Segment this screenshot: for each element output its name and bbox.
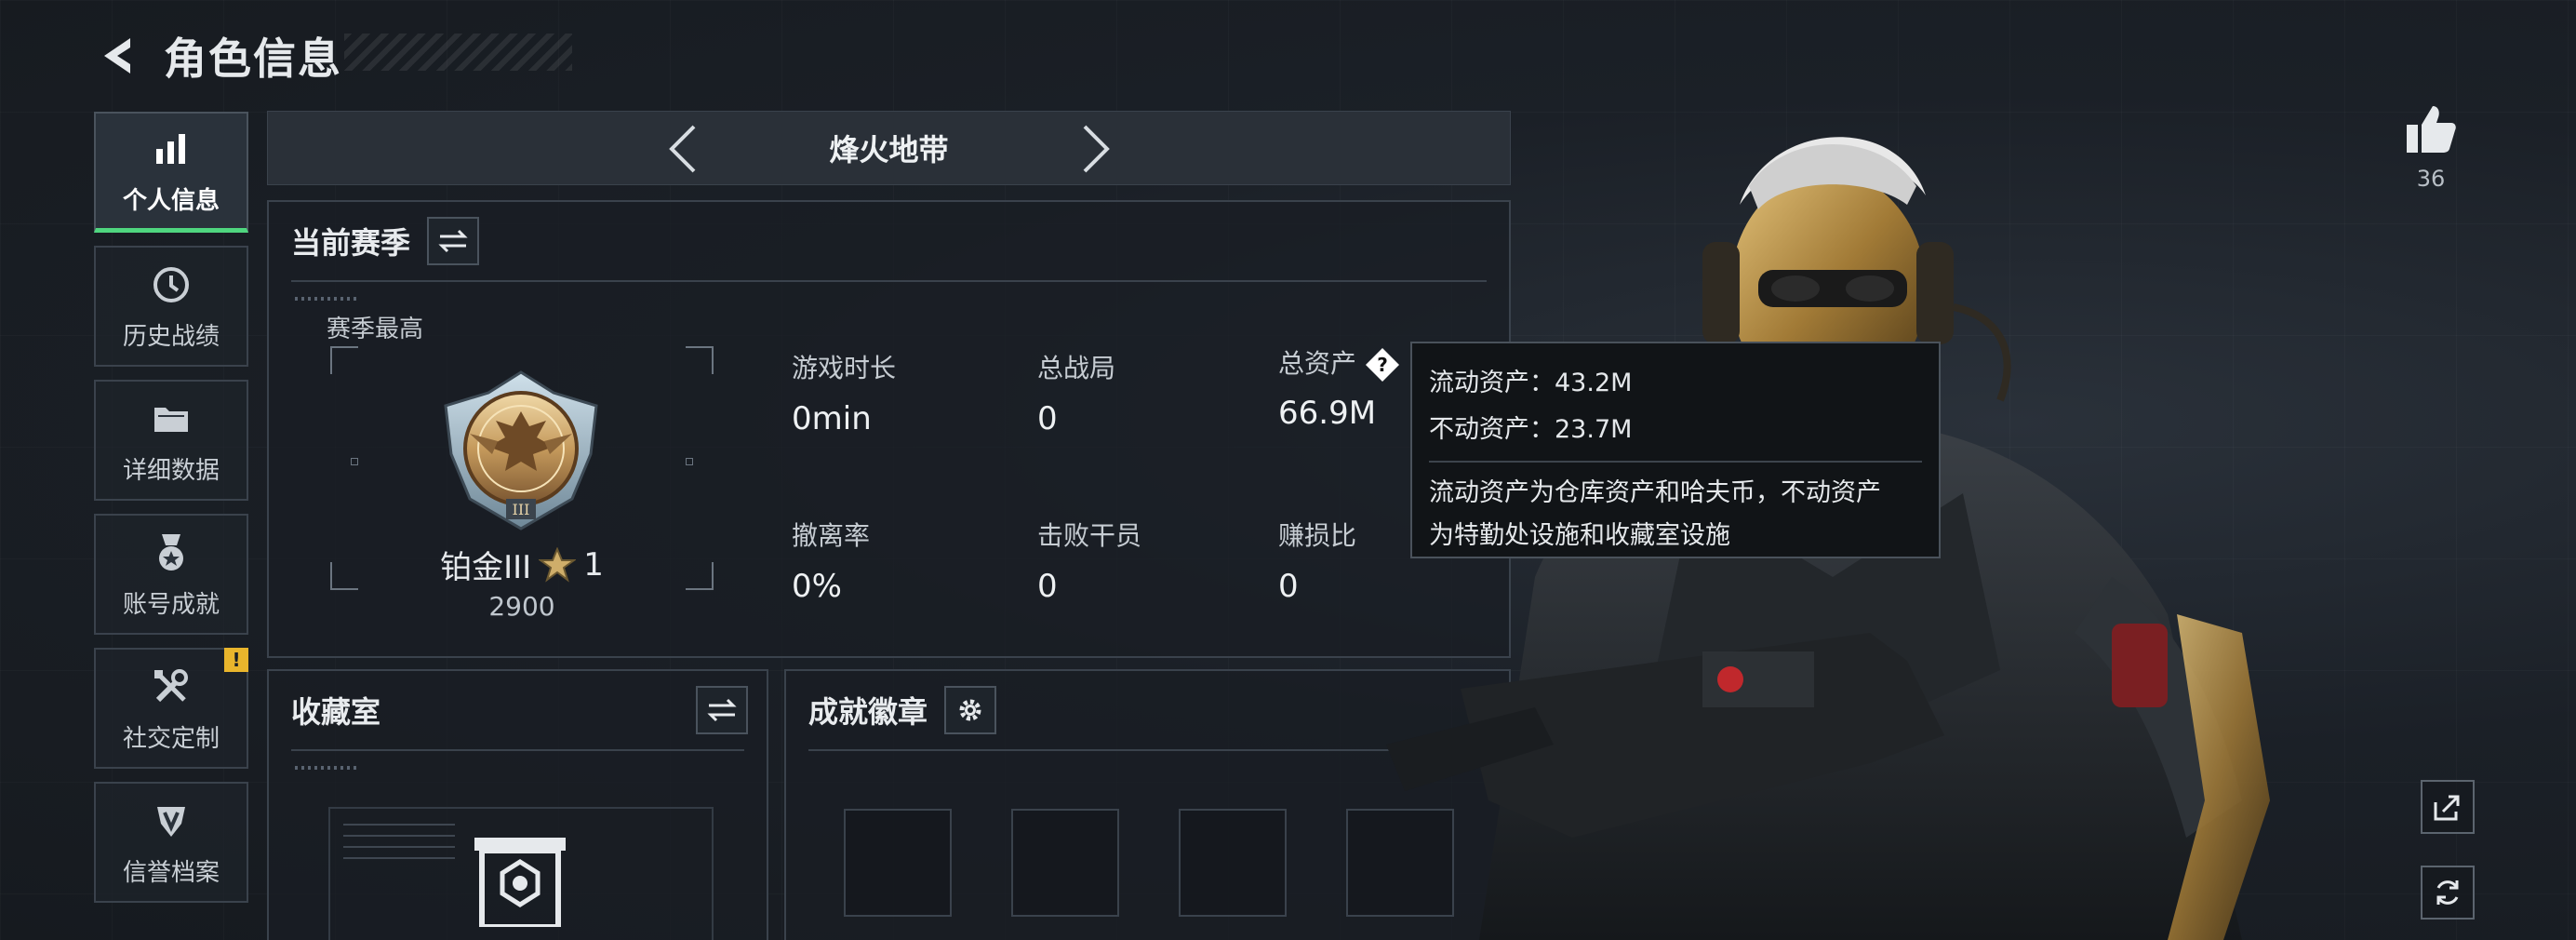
sidebar-item-social-custom[interactable]: ! 社交定制 — [94, 648, 248, 769]
current-season-panel: 当前赛季 赛季最高 III 铂金III 1 2900 游戏时长 0min 总战局… — [267, 200, 1511, 658]
collection-header: 收藏室 — [291, 686, 748, 734]
stat-value: 0 — [1278, 568, 1299, 605]
badge-slot[interactable] — [1011, 809, 1119, 917]
badge-slot[interactable] — [1179, 809, 1287, 917]
badge-settings-button[interactable] — [944, 686, 997, 734]
tools-icon — [151, 664, 192, 710]
stat-label: 击败干员 — [1037, 520, 1142, 551]
sidebar-item-achievements[interactable]: 账号成就 — [94, 514, 248, 635]
history-icon — [152, 262, 191, 308]
mode-switcher: 烽火地带 — [267, 111, 1511, 185]
stat-value: 0 — [1037, 400, 1058, 437]
stat-play-time: 游戏时长 0min — [792, 348, 896, 437]
season-header: 当前赛季 — [291, 217, 480, 265]
swap-button[interactable] — [696, 686, 748, 734]
badges-title: 成就徽章 — [808, 694, 928, 730]
stat-label: 总战局 — [1037, 353, 1116, 383]
collection-title: 收藏室 — [291, 694, 381, 730]
stat-profit-loss-ratio: 赚损比 0 — [1278, 516, 1356, 605]
stat-label: 游戏时长 — [792, 353, 897, 383]
stat-label-text: 总资产 — [1278, 348, 1357, 379]
swap-icon — [707, 698, 737, 722]
collection-panel: 收藏室 — [267, 669, 768, 940]
rank-points: 2900 — [488, 591, 555, 622]
back-arrow-icon[interactable] — [93, 31, 143, 81]
stat-operators-defeated: 击败干员 0 — [1037, 516, 1141, 605]
sidebar-item-label: 详细数据 — [122, 456, 220, 485]
season-best-label: 赛季最高 — [327, 316, 424, 343]
star-icon — [539, 546, 577, 583]
stat-value: 0 — [1037, 568, 1058, 605]
sidebar-item-credit-profile[interactable]: 信誉档案 — [94, 782, 248, 903]
vault-icon — [474, 838, 566, 927]
rank-name-text: 铂金III — [440, 549, 532, 586]
medal-icon — [153, 530, 190, 576]
sidebar-item-label: 账号成就 — [122, 590, 220, 619]
divider — [291, 280, 1487, 282]
assets-tooltip: 流动资产：43.2M 不动资产：23.7M 流动资产为仓库资产和哈夫币，不动资产… — [1410, 342, 1941, 558]
stat-label: 撤离率 — [792, 520, 871, 551]
thumbs-up-icon — [2407, 106, 2456, 153]
rank-stars: 1 — [583, 545, 604, 584]
bar-chart-icon — [153, 126, 190, 172]
decor-marks — [295, 766, 360, 770]
fixed-assets: 不动资产：23.7M — [1429, 415, 1633, 444]
sidebar-item-label: 社交定制 — [122, 724, 220, 753]
sidebar-item-label: 信誉档案 — [122, 858, 220, 887]
like-button[interactable]: 36 — [2396, 102, 2466, 192]
folder-icon — [151, 396, 192, 442]
sidebar-item-history[interactable]: 历史战绩 — [94, 246, 248, 367]
season-title: 当前赛季 — [291, 225, 411, 261]
shield-icon — [152, 798, 191, 844]
title-decoration — [344, 34, 572, 71]
badges-header: 成就徽章 — [808, 686, 997, 734]
refresh-button[interactable] — [2421, 866, 2475, 920]
mode-title: 烽火地带 — [829, 132, 949, 168]
rank-frame: III 铂金III 1 — [330, 346, 714, 590]
share-icon — [2434, 795, 2460, 821]
svg-text:III: III — [513, 501, 530, 518]
page-title: 角色信息 — [164, 34, 342, 84]
chevron-left-icon[interactable] — [657, 123, 709, 175]
divider — [291, 749, 744, 751]
like-count: 36 — [2416, 166, 2446, 192]
sidebar-item-personal-info[interactable]: 个人信息 — [94, 112, 248, 233]
sidebar: 个人信息 历史战绩 详细数据 账号成就 ! 社交定制 信誉档案 — [94, 112, 248, 916]
share-button[interactable] — [2421, 780, 2475, 834]
platinum-rank-badge-icon: III — [444, 370, 598, 530]
liquid-assets: 流动资产：43.2M — [1429, 369, 1633, 397]
tooltip-note-line1: 流动资产为仓库资产和哈夫币，不动资产 — [1429, 478, 1881, 507]
swap-button[interactable] — [427, 217, 480, 265]
tooltip-divider — [1429, 461, 1922, 463]
refresh-icon — [2436, 880, 2459, 905]
sidebar-item-label: 历史战绩 — [122, 322, 220, 351]
tooltip-note-line2: 为特勤处设施和收藏室设施 — [1429, 521, 1730, 550]
sidebar-item-label: 个人信息 — [122, 187, 220, 215]
stat-value: 0min — [792, 400, 872, 437]
decor-marks — [295, 297, 360, 301]
gear-icon — [959, 699, 981, 721]
swap-icon — [438, 229, 468, 253]
stat-label: 赚损比 — [1278, 520, 1357, 551]
warning-badge: ! — [224, 648, 248, 672]
sidebar-item-detail-data[interactable]: 详细数据 — [94, 380, 248, 501]
chevron-right-icon[interactable] — [1070, 123, 1122, 175]
stat-total-matches: 总战局 0 — [1037, 348, 1115, 437]
stat-evac-rate: 撤离率 0% — [792, 516, 870, 605]
badge-slot[interactable] — [844, 809, 952, 917]
top-bar: 角色信息 — [93, 26, 342, 86]
rank-name: 铂金III 1 — [330, 542, 714, 587]
stat-value: 0% — [792, 568, 842, 605]
